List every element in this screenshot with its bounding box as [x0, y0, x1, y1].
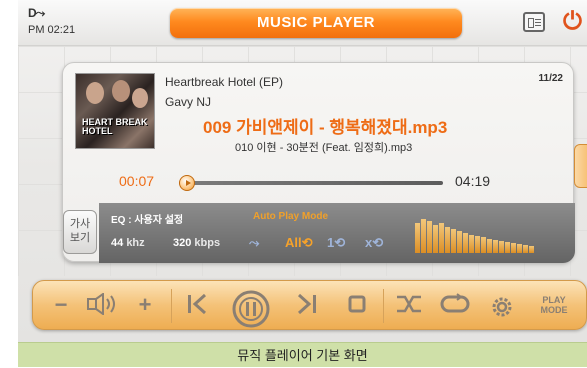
lyrics-button[interactable]: 가사보기	[63, 210, 97, 254]
album-art: HEART BREAK HOTEL	[75, 73, 155, 149]
spectrum-bar	[439, 223, 444, 253]
play-mode-option[interactable]: x⟲	[365, 233, 383, 253]
track-count: 11/22	[538, 73, 563, 84]
spectrum-bar	[505, 242, 510, 253]
next-file-name: 010 이현 - 30분전 (Feat. 임정희).mp3	[235, 142, 413, 154]
artist-name: Gavy NJ	[165, 95, 212, 109]
repeat-icon[interactable]	[435, 289, 475, 321]
album-face-2	[112, 80, 130, 102]
spectrum-bar	[481, 237, 486, 253]
eq-setting: EQ : 사용자 설정	[111, 215, 184, 226]
connection-icon: D⤳	[28, 6, 45, 20]
spectrum-bar	[487, 239, 492, 253]
elapsed-time: 00:07	[119, 173, 155, 189]
spectrum-bar	[493, 240, 498, 253]
current-file-name: 009 가비앤제이 - 행복해졌대.mp3	[203, 118, 448, 137]
previous-track-button[interactable]	[179, 289, 215, 321]
album-cover-title: HEART BREAK HOTEL	[82, 117, 148, 136]
spectrum-bar	[415, 223, 420, 253]
separator	[383, 289, 384, 323]
spectrum-bar	[475, 236, 480, 253]
auto-play-mode-label: Auto Play Mode	[253, 211, 329, 222]
bitrate: 320 kbps	[173, 237, 220, 249]
list-view-icon[interactable]	[523, 12, 545, 32]
settings-gear-icon[interactable]	[483, 289, 521, 321]
power-icon[interactable]: ⏻	[563, 8, 587, 36]
volume-down-button[interactable]: −	[43, 289, 79, 321]
spectrum-bar	[529, 246, 534, 253]
progress-knob[interactable]	[178, 175, 195, 191]
play-mode-option[interactable]: All⟲	[285, 233, 313, 253]
clock: PM 02:21	[28, 24, 76, 36]
total-time: 04:19	[455, 173, 491, 189]
spectrum-bars	[415, 213, 539, 253]
shuffle-icon[interactable]	[391, 289, 427, 321]
play-mode-option[interactable]: 1⟲	[327, 233, 345, 253]
bitrate-unit: kbps	[194, 237, 221, 249]
album-name: Heartbreak Hotel (EP)	[165, 75, 284, 89]
progress-slider[interactable]	[178, 175, 443, 191]
album-face-1	[86, 82, 104, 104]
spectrum-bar	[421, 219, 426, 253]
lyrics-button-line: 보기	[69, 232, 91, 244]
now-playing-panel: HEART BREAK HOTEL Heartbreak Hotel (EP) …	[62, 62, 575, 263]
player-screen: D⤳ PM 02:21 MUSIC PLAYER ⏻ HEART BREAK H…	[18, 0, 587, 342]
control-bar: − + PLAY MODE	[32, 280, 587, 330]
page-title: MUSIC PLAYER	[170, 8, 462, 38]
spectrum-bar	[445, 227, 450, 253]
spectrum-bar	[499, 241, 504, 253]
spectrum-bar	[457, 231, 462, 253]
spectrum-bar	[451, 229, 456, 253]
speaker-icon[interactable]	[83, 289, 123, 321]
status-area: D⤳ PM 02:21	[28, 6, 98, 40]
spectrum-bar	[523, 245, 528, 253]
sample-rate-value: 44	[111, 237, 124, 249]
spectrum-bar	[463, 233, 468, 253]
play-mode-button[interactable]: PLAY MODE	[531, 289, 577, 321]
album-face-3	[132, 88, 148, 108]
side-panel-tab[interactable]	[574, 144, 587, 188]
bitrate-value: 320	[173, 237, 192, 249]
spectrum-bar	[511, 243, 516, 253]
volume-up-button[interactable]: +	[127, 289, 163, 321]
info-bar: EQ : 사용자 설정 44 khz 320 kbps Auto Play Mo…	[99, 203, 575, 263]
sample-rate: 44 khz	[111, 237, 145, 249]
spectrum-bar	[433, 225, 438, 253]
spectrum-bar	[469, 235, 474, 253]
play-mode-option[interactable]: ⤳	[249, 233, 259, 253]
spectrum-bar	[517, 244, 522, 253]
spectrum-bar	[427, 221, 432, 253]
caption: 뮤직 플레이어 기본 화면	[18, 342, 587, 367]
stop-button[interactable]	[339, 289, 375, 321]
sample-rate-unit: khz	[126, 237, 145, 249]
next-track-button[interactable]	[289, 289, 325, 321]
separator	[171, 289, 172, 323]
lyrics-button-line: 가사	[69, 218, 91, 230]
top-bar: D⤳ PM 02:21 MUSIC PLAYER ⏻	[18, 0, 587, 46]
pause-button[interactable]	[227, 285, 275, 328]
